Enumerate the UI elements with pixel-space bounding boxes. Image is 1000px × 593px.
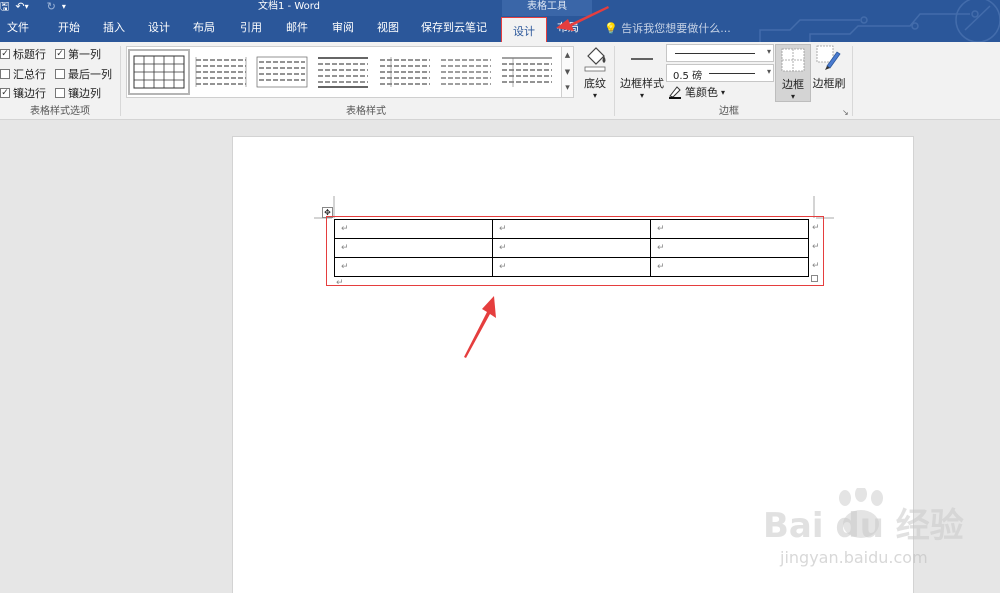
line-style-dropdown[interactable]: ▾	[666, 44, 774, 62]
table-styles-gallery	[126, 46, 574, 98]
borders-group-label: 边框	[719, 106, 739, 117]
table-style-plain-2[interactable]	[254, 52, 310, 92]
tell-me-search[interactable]: 💡 告诉我您想要做什么...	[604, 16, 731, 42]
checkbox-total-row[interactable]: 汇总行	[0, 66, 46, 82]
tab-design[interactable]: 设计	[145, 16, 173, 42]
line-style-preview	[675, 53, 755, 54]
borders-dialog-launcher-icon[interactable]: ↘	[842, 108, 849, 117]
table-style-plain-1[interactable]	[193, 52, 249, 92]
first-column-checkbox[interactable]: ✓	[55, 49, 65, 59]
annotation-arrow-top	[556, 6, 609, 31]
tab-review[interactable]: 审阅	[329, 16, 357, 42]
table-style-plain-6[interactable]	[499, 52, 555, 92]
tab-references[interactable]: 引用	[237, 16, 265, 42]
window-title: 文档1 - Word	[258, 1, 321, 12]
gallery-scroll: ▲ ▼ ▾	[561, 46, 574, 98]
ribbon: ✓ 标题行 ✓ 第一列 汇总行 最后一列 ✓ 镶边行 镶边列 表格样式选项 ▲ …	[0, 42, 1000, 120]
checkbox-last-column[interactable]: 最后一列	[55, 66, 112, 82]
table-style-plain-3[interactable]	[315, 52, 371, 92]
tab-save-to-cloud-notes[interactable]: 保存到云笔记	[418, 16, 490, 42]
total-row-checkbox[interactable]	[0, 69, 10, 79]
banded-columns-checkbox[interactable]	[55, 88, 65, 98]
checkbox-banded-rows[interactable]: ✓ 镶边行	[0, 85, 46, 101]
pen-color-dropdown-icon[interactable]: ▾	[721, 88, 725, 97]
border-style-line-icon	[631, 58, 653, 60]
pen-icon	[669, 86, 681, 99]
undo-icon[interactable]: ↶	[15, 1, 24, 13]
line-weight-preview	[709, 73, 755, 74]
border-styles-dropdown-icon[interactable]: ▾	[618, 91, 666, 100]
paint-bucket-icon	[584, 47, 606, 72]
style-options-group-label: 表格样式选项	[30, 106, 90, 117]
line-weight-dropdown[interactable]: 0.5 磅 ▾	[666, 64, 774, 82]
redo-icon[interactable]: ↻	[47, 1, 56, 13]
tab-file[interactable]: 文件	[4, 16, 32, 42]
tab-home[interactable]: 开始	[55, 16, 83, 42]
shading-button[interactable]: 底纹 ▾	[578, 44, 612, 100]
border-styles-button[interactable]: 边框样式 ▾	[618, 46, 666, 100]
separator	[120, 46, 121, 116]
border-painter-label: 边框刷	[812, 77, 846, 90]
annotation-arrow-table	[464, 296, 496, 358]
border-painter-icon	[816, 45, 841, 70]
last-column-label: 最后一列	[68, 68, 112, 81]
save-icon[interactable]: 🖫	[0, 1, 9, 13]
banded-rows-label: 镶边行	[13, 87, 46, 100]
quick-access-toolbar: 🖫 ↶ ▾ ↻ ▾	[0, 0, 66, 14]
undo-dropdown-icon[interactable]: ▾	[25, 1, 29, 13]
gallery-more-icon[interactable]: ▾	[562, 81, 573, 97]
gallery-scroll-down-icon[interactable]: ▼	[562, 64, 573, 81]
line-style-dropdown-icon[interactable]: ▾	[767, 47, 771, 56]
pen-color-label: 笔颜色	[685, 86, 718, 99]
header-row-label: 标题行	[13, 48, 46, 61]
tell-me-text: 告诉我您想要做什么...	[621, 22, 731, 35]
total-row-label: 汇总行	[13, 68, 46, 81]
separator	[614, 46, 615, 116]
table-style-plain-5[interactable]	[438, 52, 494, 92]
watermark-url: jingyan.baidu.com	[780, 548, 928, 567]
borders-label: 边框	[782, 78, 804, 91]
border-painter-button[interactable]: 边框刷	[812, 44, 846, 91]
line-weight-dropdown-icon[interactable]: ▾	[767, 67, 771, 76]
annotation-highlight-box	[326, 216, 824, 286]
borders-button[interactable]: 边框 ▾	[775, 44, 811, 102]
header-row-checkbox[interactable]: ✓	[0, 49, 10, 59]
checkbox-first-column[interactable]: ✓ 第一列	[55, 46, 101, 62]
first-column-label: 第一列	[68, 48, 101, 61]
gallery-scroll-up-icon[interactable]: ▲	[562, 47, 573, 64]
checkbox-banded-columns[interactable]: 镶边列	[55, 85, 101, 101]
shading-label: 底纹	[584, 77, 606, 90]
shading-dropdown-icon[interactable]: ▾	[578, 91, 612, 100]
tab-mailings[interactable]: 邮件	[283, 16, 311, 42]
customize-qat-icon[interactable]: ▾	[62, 1, 66, 13]
borders-grid-icon	[781, 48, 805, 72]
tab-layout[interactable]: 布局	[190, 16, 218, 42]
banded-columns-label: 镶边列	[68, 87, 101, 100]
table-styles-group-label: 表格样式	[346, 106, 386, 117]
banded-rows-checkbox[interactable]: ✓	[0, 88, 10, 98]
line-weight-value: 0.5 磅	[673, 71, 703, 82]
pen-color-button[interactable]: 笔颜色 ▾	[668, 84, 725, 100]
tab-insert[interactable]: 插入	[100, 16, 128, 42]
checkbox-header-row[interactable]: ✓ 标题行	[0, 46, 46, 62]
table-style-plain-4[interactable]	[377, 52, 433, 92]
watermark-text: Bai du 经验	[763, 506, 964, 546]
tab-view[interactable]: 视图	[374, 16, 402, 42]
border-styles-label: 边框样式	[620, 77, 664, 90]
title-decoration-pattern	[759, 0, 1000, 42]
borders-dropdown-icon[interactable]: ▾	[776, 92, 810, 101]
separator	[852, 46, 853, 116]
table-style-grid[interactable]	[128, 49, 190, 95]
last-column-checkbox[interactable]	[55, 69, 65, 79]
